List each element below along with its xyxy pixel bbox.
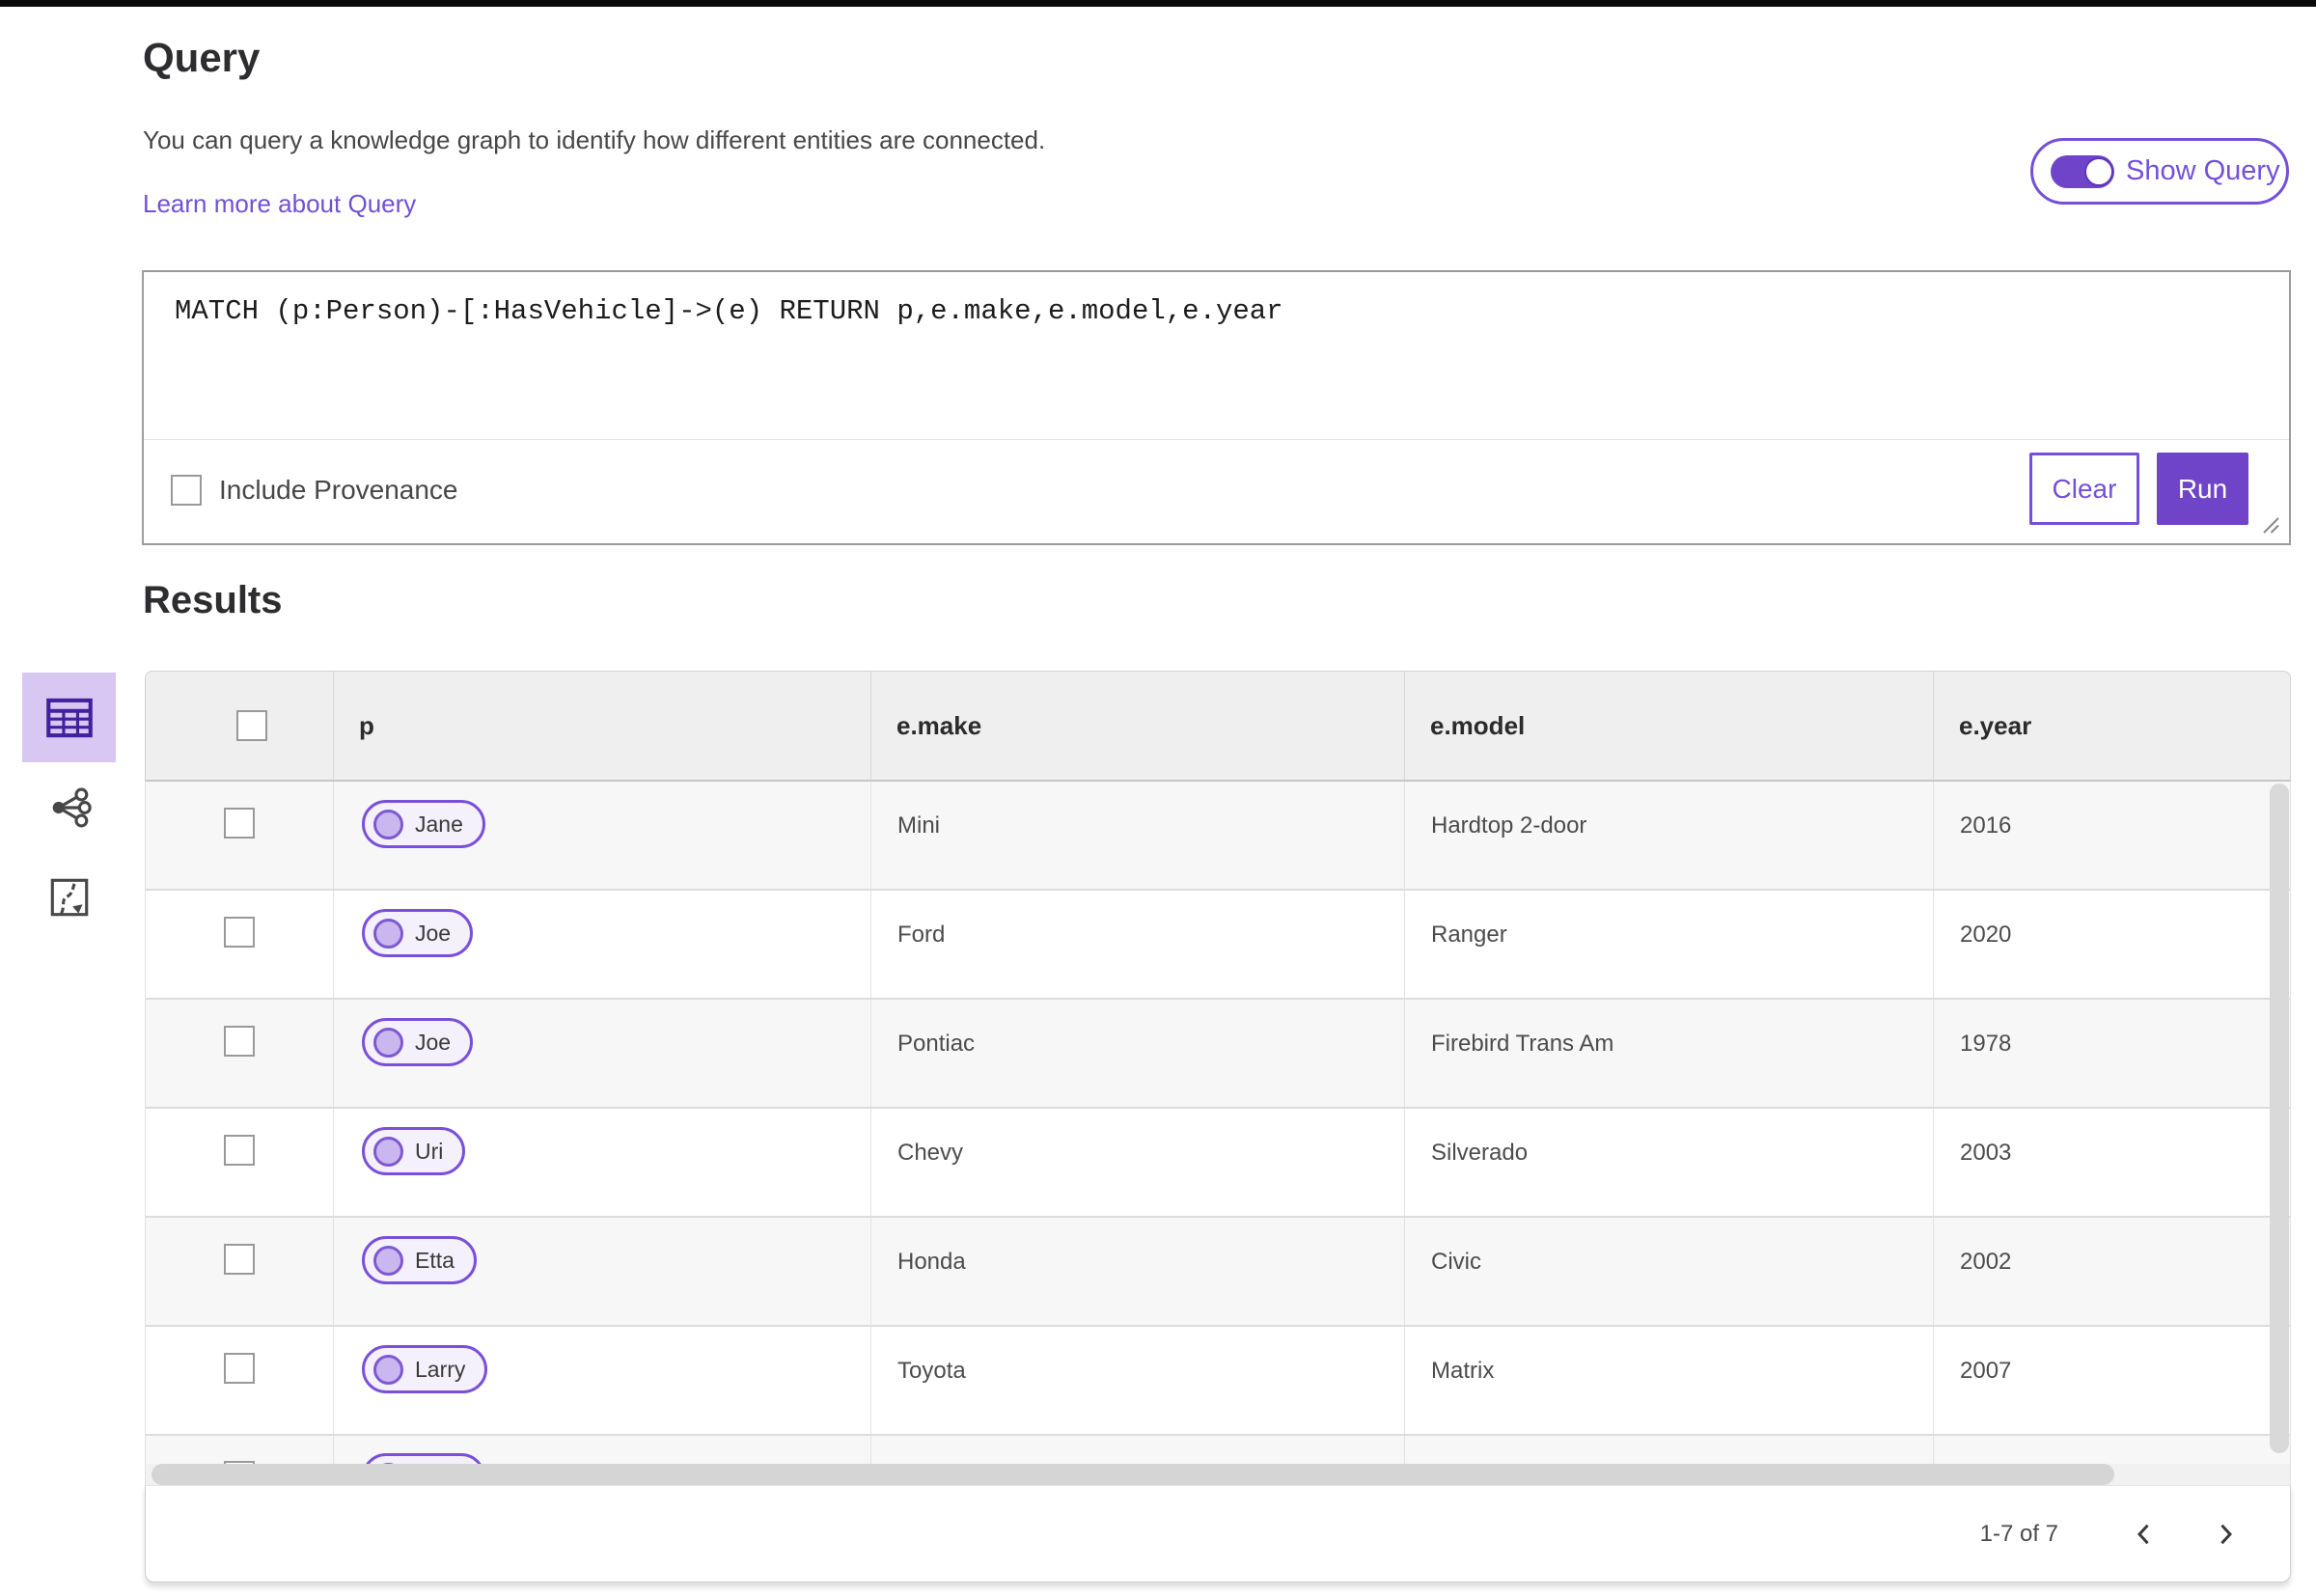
- horizontal-scrollbar-thumb[interactable]: [152, 1464, 2114, 1485]
- vertical-scrollbar-thumb[interactable]: [2270, 784, 2289, 1453]
- table-footer: 1-7 of 7: [145, 1485, 2291, 1582]
- page-title: Query: [143, 35, 261, 80]
- entity-chip[interactable]: Etta: [362, 1236, 477, 1284]
- cell-make: Honda: [871, 1218, 1405, 1325]
- cell-model: Civic: [1405, 1218, 1934, 1325]
- row-checkbox[interactable]: [224, 1244, 255, 1275]
- show-query-toggle[interactable]: Show Query: [2030, 138, 2289, 205]
- pagination-range: 1-7 of 7: [1979, 1520, 2058, 1547]
- cell-make: Toyota: [871, 1327, 1405, 1434]
- row-checkbox[interactable]: [224, 1353, 255, 1384]
- column-header-make[interactable]: e.make: [871, 672, 1405, 780]
- include-provenance-label: Include Provenance: [219, 475, 458, 505]
- entity-chip-label: Joe: [415, 920, 452, 946]
- table-row: Joe Pontiac Firebird Trans Am 1978: [145, 1000, 2291, 1109]
- table-row: Larry Toyota Matrix 2007: [145, 1327, 2291, 1436]
- entity-chip[interactable]: Uri: [362, 1127, 466, 1175]
- run-button[interactable]: Run: [2157, 453, 2248, 525]
- include-provenance-checkbox[interactable]: [171, 475, 202, 506]
- entity-node-icon: [373, 1354, 403, 1385]
- include-provenance-control[interactable]: Include Provenance: [171, 475, 458, 506]
- table-row: Etta Honda Civic 2002: [145, 1218, 2291, 1327]
- cell-model: Ranger: [1405, 891, 1934, 998]
- query-editor-panel: MATCH (p:Person)-[:HasVehicle]->(e) RETU…: [142, 270, 2291, 545]
- toggle-knob: [2084, 156, 2113, 186]
- entity-node-icon: [373, 918, 403, 949]
- cell-model: Firebird Trans Am: [1405, 1000, 1934, 1107]
- column-header-year[interactable]: e.year: [1934, 672, 2290, 780]
- cell-make: Ford: [871, 891, 1405, 998]
- table-row-partial: [145, 1436, 2291, 1464]
- row-checkbox[interactable]: [224, 1026, 255, 1057]
- horizontal-scrollbar[interactable]: [145, 1464, 2291, 1485]
- query-description: You can query a knowledge graph to ident…: [143, 125, 1046, 154]
- entity-chip-label: Larry: [415, 1356, 466, 1382]
- column-header-p[interactable]: p: [334, 672, 871, 780]
- map-view-icon: [50, 878, 88, 916]
- entity-node-icon: [373, 809, 403, 839]
- entity-chip[interactable]: Jane: [362, 800, 485, 848]
- row-checkbox[interactable]: [224, 808, 255, 839]
- table-view-icon: [45, 698, 93, 737]
- entity-chip-label: Jane: [415, 811, 463, 837]
- clear-button[interactable]: Clear: [2029, 453, 2139, 525]
- query-page: Query You can query a knowledge graph to…: [0, 0, 2316, 1596]
- cell-model: Matrix: [1405, 1327, 1934, 1434]
- entity-chip-label: Joe: [415, 1029, 452, 1055]
- query-controls-row: Include Provenance Clear Run: [144, 440, 2289, 543]
- link-chart-view-icon: [52, 787, 92, 827]
- select-all-checkbox[interactable]: [236, 710, 267, 741]
- cell-make: Chevy: [871, 1109, 1405, 1216]
- column-header-model[interactable]: e.model: [1405, 672, 1934, 780]
- entity-node-icon: [373, 1245, 403, 1276]
- entity-chip[interactable]: Larry: [362, 1345, 488, 1393]
- cell-year: 1978: [1960, 1031, 2012, 1057]
- results-view-switcher: [22, 673, 116, 942]
- link-chart-view-button[interactable]: [22, 762, 116, 852]
- table-header-row: p e.make e.model e.year: [145, 671, 2291, 782]
- chevron-right-icon: [2220, 1524, 2232, 1544]
- toggle-switch-icon[interactable]: [2051, 154, 2114, 188]
- previous-page-button[interactable]: [2122, 1512, 2166, 1556]
- entity-chip[interactable]: Joe: [362, 909, 474, 957]
- cell-make: Pontiac: [871, 1000, 1405, 1107]
- map-view-button[interactable]: [22, 852, 116, 942]
- cell-model: Hardtop 2-door: [1405, 782, 1934, 889]
- cell-year: 2020: [1960, 922, 2012, 948]
- entity-chip-label: Etta: [415, 1247, 455, 1273]
- cell-year: 2007: [1960, 1358, 2012, 1384]
- entity-chip[interactable]: Joe: [362, 1018, 474, 1066]
- results-title: Results: [143, 579, 283, 621]
- chevron-left-icon: [2137, 1524, 2149, 1544]
- cell-year: 2003: [1960, 1140, 2012, 1166]
- cell-model: Silverado: [1405, 1109, 1934, 1216]
- table-row: Uri Chevy Silverado 2003: [145, 1109, 2291, 1218]
- cell-make: Mini: [871, 782, 1405, 889]
- table-row: Joe Ford Ranger 2020: [145, 891, 2291, 1000]
- show-query-label: Show Query: [2126, 155, 2280, 186]
- results-table: p e.make e.model e.year Jane Mini Hardto…: [145, 671, 2291, 1582]
- entity-chip-label: Uri: [415, 1138, 444, 1164]
- entity-node-icon: [373, 1027, 403, 1058]
- window-top-edge: [0, 0, 2316, 7]
- cell-year: 2002: [1960, 1249, 2012, 1275]
- cell-year: 2016: [1960, 812, 2012, 839]
- row-checkbox[interactable]: [224, 1135, 255, 1166]
- entity-chip[interactable]: [362, 1453, 485, 1464]
- query-input[interactable]: MATCH (p:Person)-[:HasVehicle]->(e) RETU…: [144, 272, 2289, 440]
- table-view-button[interactable]: [22, 673, 116, 762]
- row-checkbox[interactable]: [224, 917, 255, 948]
- next-page-button[interactable]: [2203, 1512, 2247, 1556]
- learn-more-link[interactable]: Learn more about Query: [143, 189, 416, 219]
- table-row: Jane Mini Hardtop 2-door 2016: [145, 782, 2291, 891]
- entity-node-icon: [373, 1136, 403, 1167]
